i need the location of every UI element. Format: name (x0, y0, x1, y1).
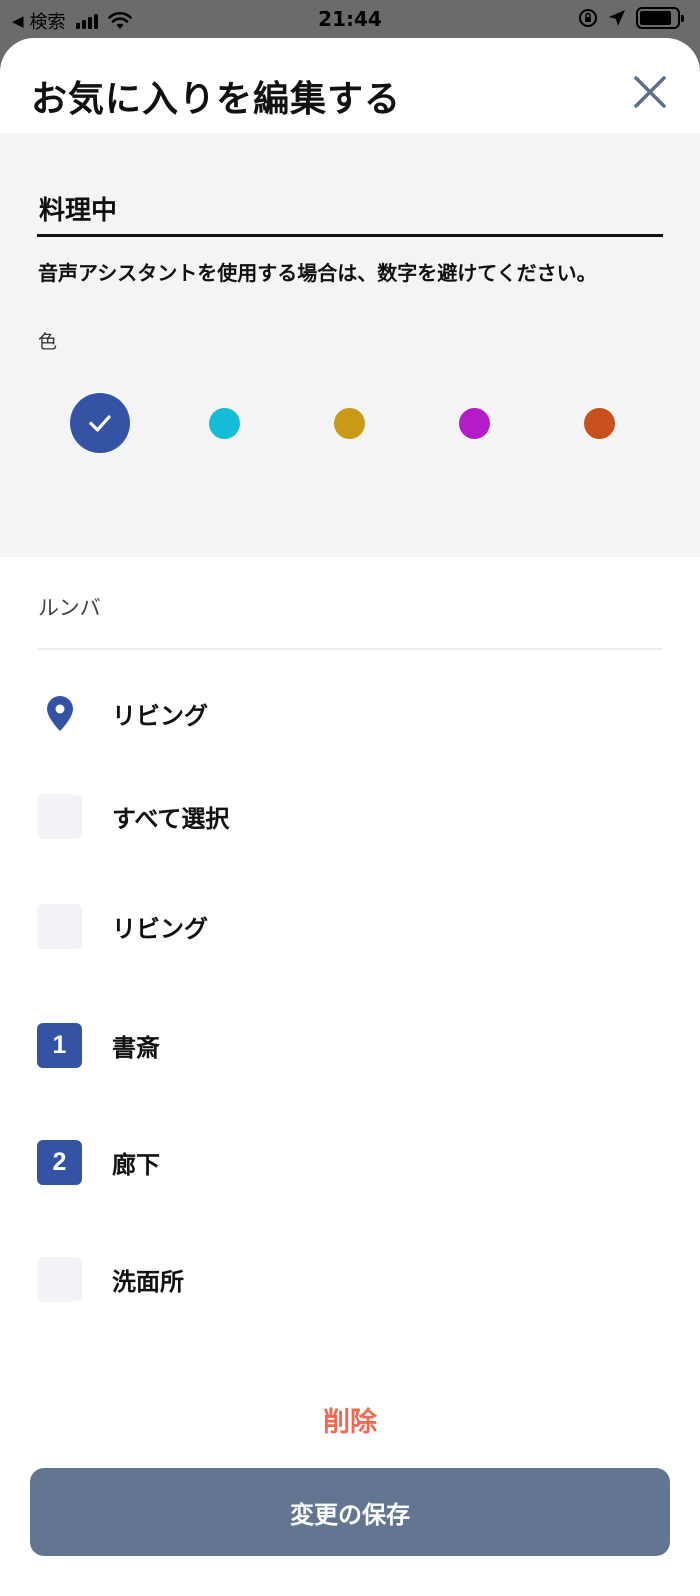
select-all-checkbox[interactable] (37, 794, 82, 839)
save-changes-button[interactable]: 変更の保存 (30, 1468, 670, 1556)
close-icon[interactable] (630, 72, 670, 112)
color-label: 色 (38, 331, 58, 353)
color-swatch-gold[interactable] (334, 408, 365, 439)
name-hint-text: 音声アシスタントを使用する場合は、数字を避けてください。 (38, 261, 597, 285)
robot-name: ルンバ (38, 596, 101, 620)
rotation-lock-icon (579, 9, 597, 27)
select-all-label: すべて選択 (112, 805, 230, 833)
battery-tip (681, 15, 684, 22)
sheet-header: お気に入りを編集する (0, 38, 700, 133)
room-checkbox[interactable] (37, 1257, 82, 1302)
checkmark-icon (89, 415, 111, 432)
sheet-title: お気に入りを編集する (31, 79, 402, 120)
location-arrow-icon (609, 10, 625, 26)
color-swatch-orange[interactable] (584, 408, 615, 439)
room-label: 書斎 (112, 1034, 160, 1062)
room-checkbox[interactable] (37, 904, 82, 949)
favorite-name-input[interactable] (37, 183, 663, 237)
room-row-washroom[interactable]: 洗面所 (37, 1257, 184, 1302)
favorite-settings-panel: 音声アシスタントを使用する場合は、数字を避けてください。 色 (0, 133, 700, 557)
room-label: 洗面所 (112, 1268, 184, 1296)
status-right (578, 7, 684, 29)
color-picker (0, 393, 700, 463)
battery-icon (636, 7, 684, 29)
color-swatch-blue[interactable] (70, 393, 130, 453)
room-row-study[interactable]: 1 書斎 (37, 1023, 160, 1068)
color-swatch-purple[interactable] (459, 408, 490, 439)
select-all-row[interactable]: すべて選択 (37, 794, 229, 839)
room-order-badge[interactable]: 2 (37, 1140, 82, 1185)
room-order-badge[interactable]: 1 (37, 1023, 82, 1068)
color-swatch-cyan[interactable] (209, 408, 240, 439)
edit-favorite-sheet: お気に入りを編集する 音声アシスタントを使用する場合は、数字を避けてください。 … (0, 38, 700, 1596)
room-label: リビング (112, 915, 208, 943)
room-row-hallway[interactable]: 2 廊下 (37, 1140, 160, 1185)
delete-button[interactable]: 削除 (0, 1400, 700, 1439)
battery-level (640, 11, 671, 25)
divider (37, 648, 663, 650)
status-bar: ◀ 検索 21:44 (0, 0, 700, 38)
map-selector[interactable]: リビング (37, 691, 208, 736)
map-name: リビング (112, 702, 208, 730)
room-label: 廊下 (112, 1151, 160, 1179)
location-pin-icon (37, 691, 82, 736)
room-row-living[interactable]: リビング (37, 904, 208, 949)
